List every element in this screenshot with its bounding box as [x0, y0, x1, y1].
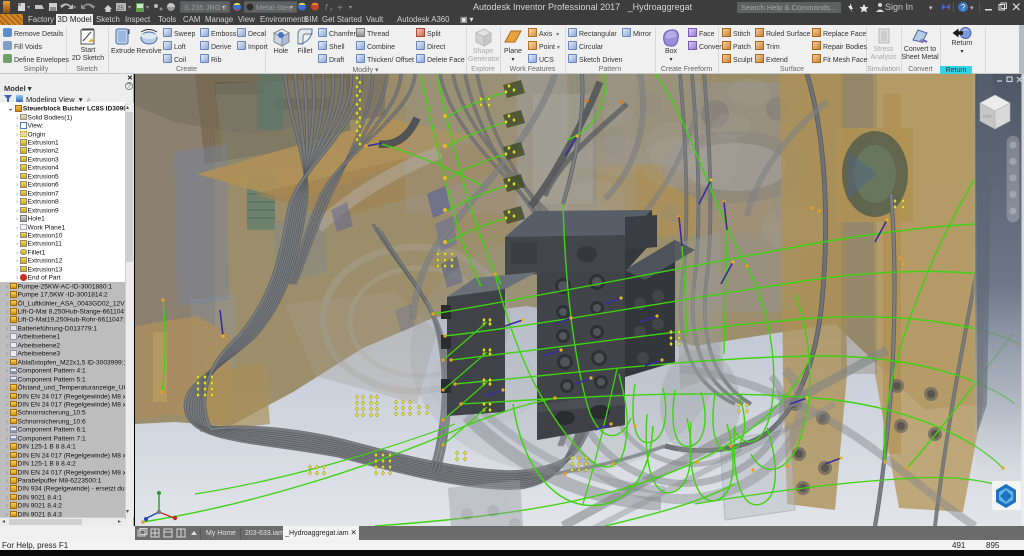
svg-text:▾: ▾ [970, 5, 974, 12]
svg-text:Metal-Stee: Metal-Stee [256, 3, 292, 12]
svg-text:▾: ▾ [929, 5, 933, 12]
svg-text:FRO: FRO [983, 114, 993, 119]
svg-text:S 235 JRG 2: S 235 JRG 2 [184, 3, 227, 12]
svg-text:▾: ▾ [222, 5, 225, 11]
svg-text:x: x [330, 7, 333, 13]
svg-text:▾: ▾ [73, 5, 76, 11]
svg-text:▾: ▾ [27, 5, 30, 11]
svg-text:▾: ▾ [128, 5, 131, 11]
svg-text:▾: ▾ [92, 5, 95, 11]
svg-text:▾: ▾ [146, 5, 149, 11]
svg-text:?: ? [961, 3, 966, 12]
svg-text:▾: ▾ [349, 5, 352, 11]
svg-text:25: 25 [117, 6, 124, 12]
svg-text:▾: ▾ [290, 5, 293, 11]
svg-text:+: + [337, 3, 343, 13]
svg-text:f: f [325, 3, 328, 12]
